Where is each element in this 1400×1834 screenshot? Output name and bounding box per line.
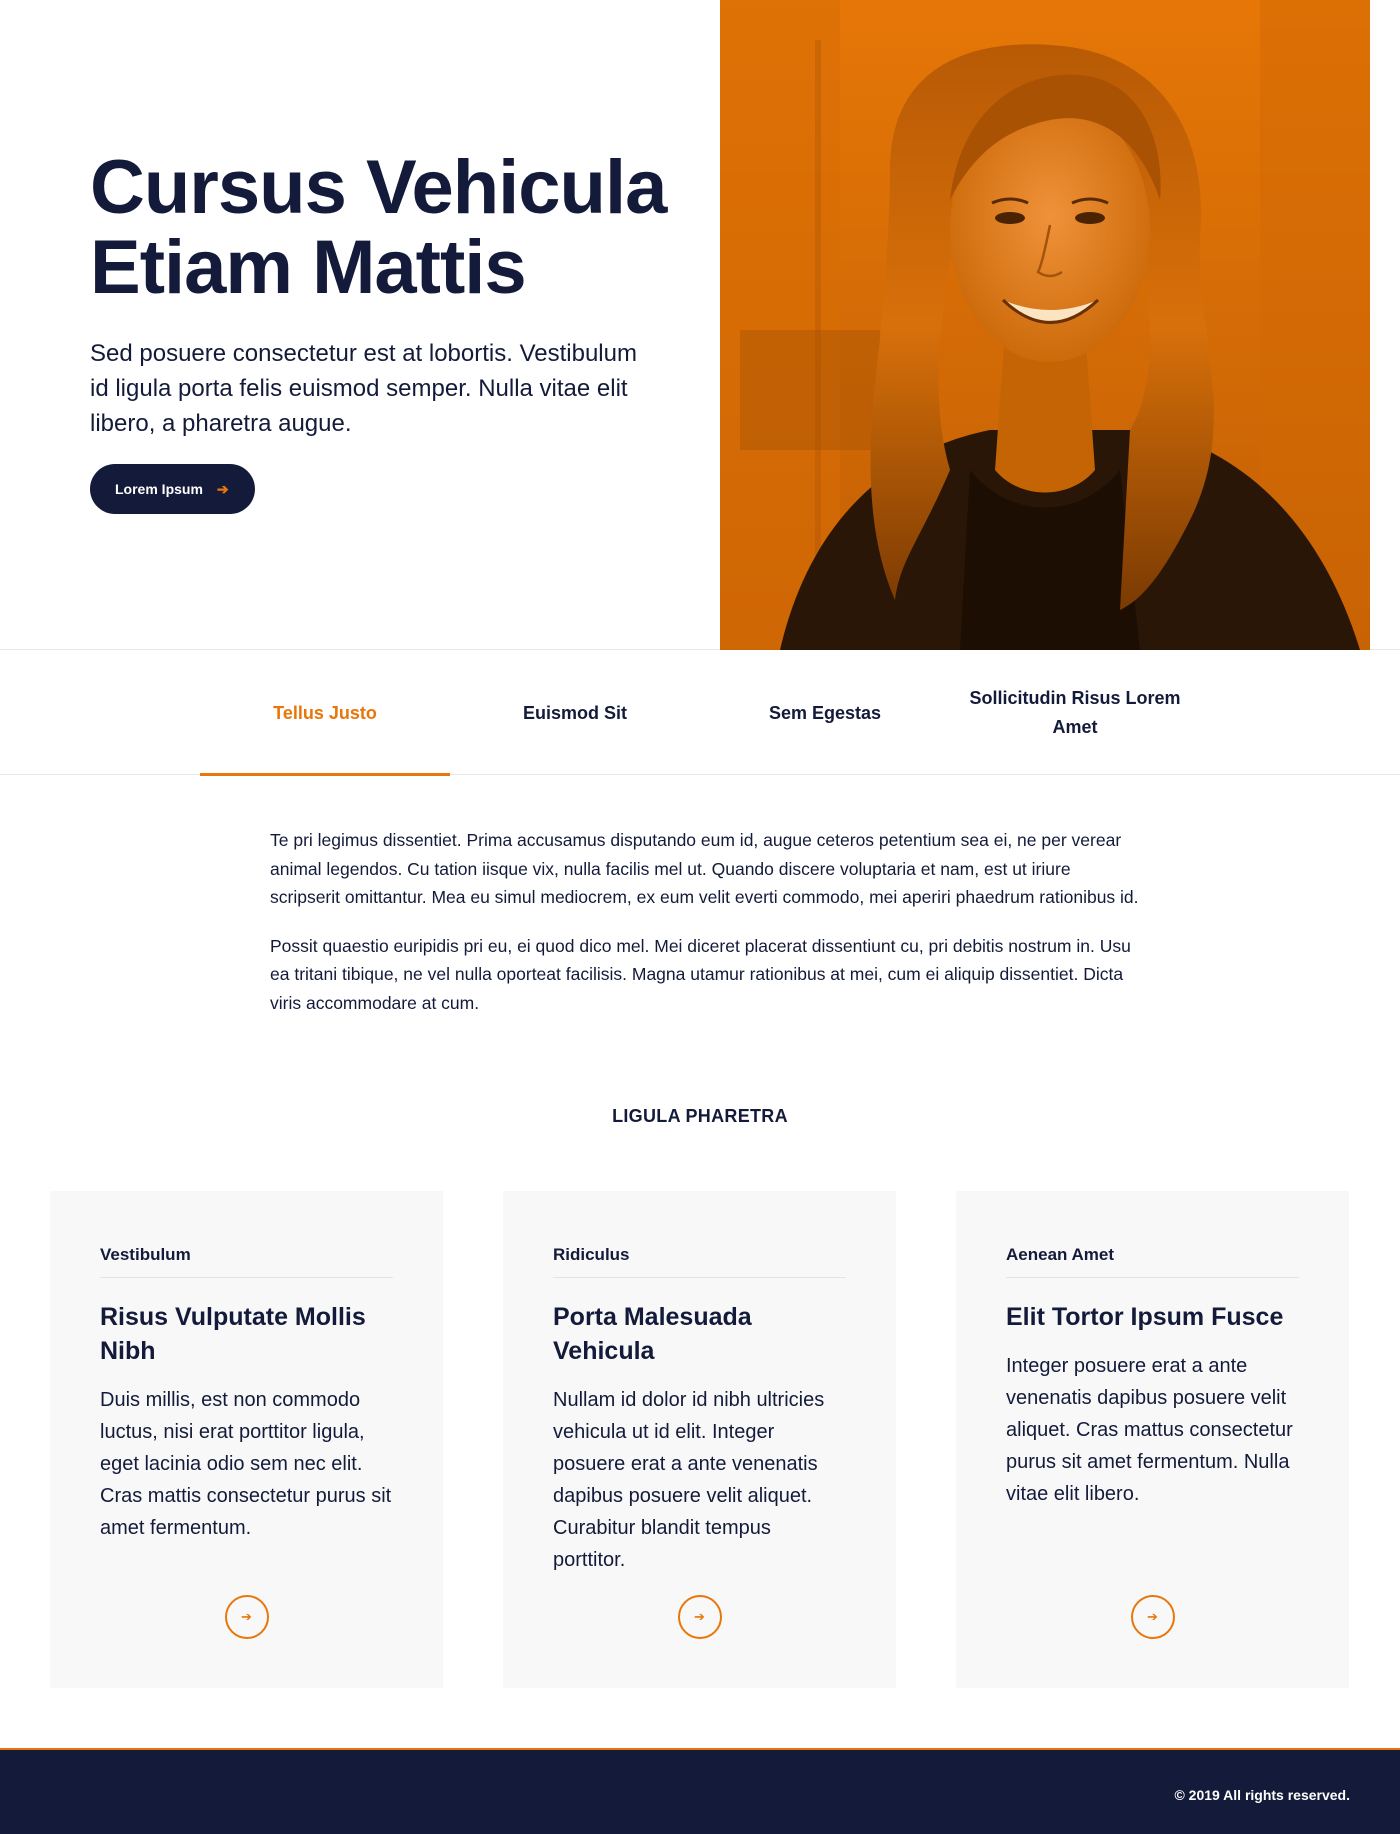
- footer-copyright: © 2019 All rights reserved.: [1174, 1787, 1350, 1803]
- hero-section: Cursus Vehicula Etiam Mattis Sed posuere…: [0, 0, 1400, 650]
- content-paragraph-2: Possit quaestio euripidis pri eu, ei quo…: [270, 935, 1131, 1013]
- tab-sollicitudin-risus-lorem-amet[interactable]: Sollicitudin Risus Lorem Amet: [950, 651, 1200, 775]
- card-arrow-button[interactable]: ➔: [1130, 1595, 1175, 1639]
- section-heading: LIGULA PHARETRA: [612, 1106, 788, 1126]
- hero-portrait-image: [720, 0, 1370, 650]
- feature-card: Ridiculus Porta Malesuada Vehicula Nulla…: [503, 1191, 896, 1688]
- hero-subtitle: Sed posuere consectetur est at lobortis.…: [90, 340, 637, 437]
- arrow-right-icon: ➔: [216, 481, 229, 497]
- card-eyebrow: Ridiculus: [553, 1245, 846, 1278]
- tab-sem-egestas[interactable]: Sem Egestas: [700, 651, 950, 775]
- hero-cta-label: Lorem Ipsum: [115, 481, 203, 497]
- card-arrow-button[interactable]: ➔: [677, 1595, 722, 1639]
- arrow-right-circle-icon: ➔: [694, 1609, 705, 1624]
- page: Cursus Vehicula Etiam Mattis Sed posuere…: [0, 0, 1400, 1834]
- card-body: Duis millis, est non commodo luctus, nis…: [100, 1389, 392, 1539]
- card-body: Nullam id dolor id nibh ultricies vehicu…: [553, 1389, 825, 1571]
- tab-content: Te pri legimus dissentiet. Prima accusam…: [270, 826, 1140, 1017]
- card-title: Porta Malesuada Vehicula: [553, 1303, 752, 1365]
- card-eyebrow: Aenean Amet: [1006, 1245, 1299, 1278]
- tab-tellus-justo[interactable]: Tellus Justo: [200, 651, 450, 776]
- arrow-right-circle-icon: ➔: [241, 1609, 252, 1624]
- feature-card: Vestibulum Risus Vulputate Mollis Nibh D…: [50, 1191, 443, 1688]
- card-arrow-button[interactable]: ➔: [224, 1595, 269, 1639]
- footer: © 2019 All rights reserved.: [0, 1748, 1400, 1834]
- hero-text: Cursus Vehicula Etiam Mattis Sed posuere…: [90, 148, 690, 514]
- hero-title-line1: Cursus Vehicula: [90, 145, 667, 230]
- card-title: Elit Tortor Ipsum Fusce: [1006, 1303, 1284, 1331]
- card-body: Integer posuere erat a ante venenatis da…: [1006, 1355, 1293, 1505]
- card-eyebrow: Vestibulum: [100, 1245, 393, 1278]
- content-paragraph-1: Te pri legimus dissentiet. Prima accusam…: [270, 830, 1139, 907]
- arrow-right-circle-icon: ➔: [1147, 1609, 1158, 1624]
- tab-bar: Tellus Justo Euismod Sit Sem Egestas Sol…: [0, 651, 1400, 776]
- feature-card: Aenean Amet Elit Tortor Ipsum Fusce Inte…: [956, 1191, 1349, 1688]
- card-title: Risus Vulputate Mollis Nibh: [100, 1303, 366, 1365]
- hero-title-line2: Etiam Mattis: [90, 225, 527, 310]
- portrait-illustration: [720, 0, 1370, 650]
- hero-cta-button[interactable]: Lorem Ipsum ➔: [90, 464, 255, 514]
- hero-title: Cursus Vehicula Etiam Mattis: [90, 148, 690, 308]
- tab-euismod-sit[interactable]: Euismod Sit: [450, 651, 700, 775]
